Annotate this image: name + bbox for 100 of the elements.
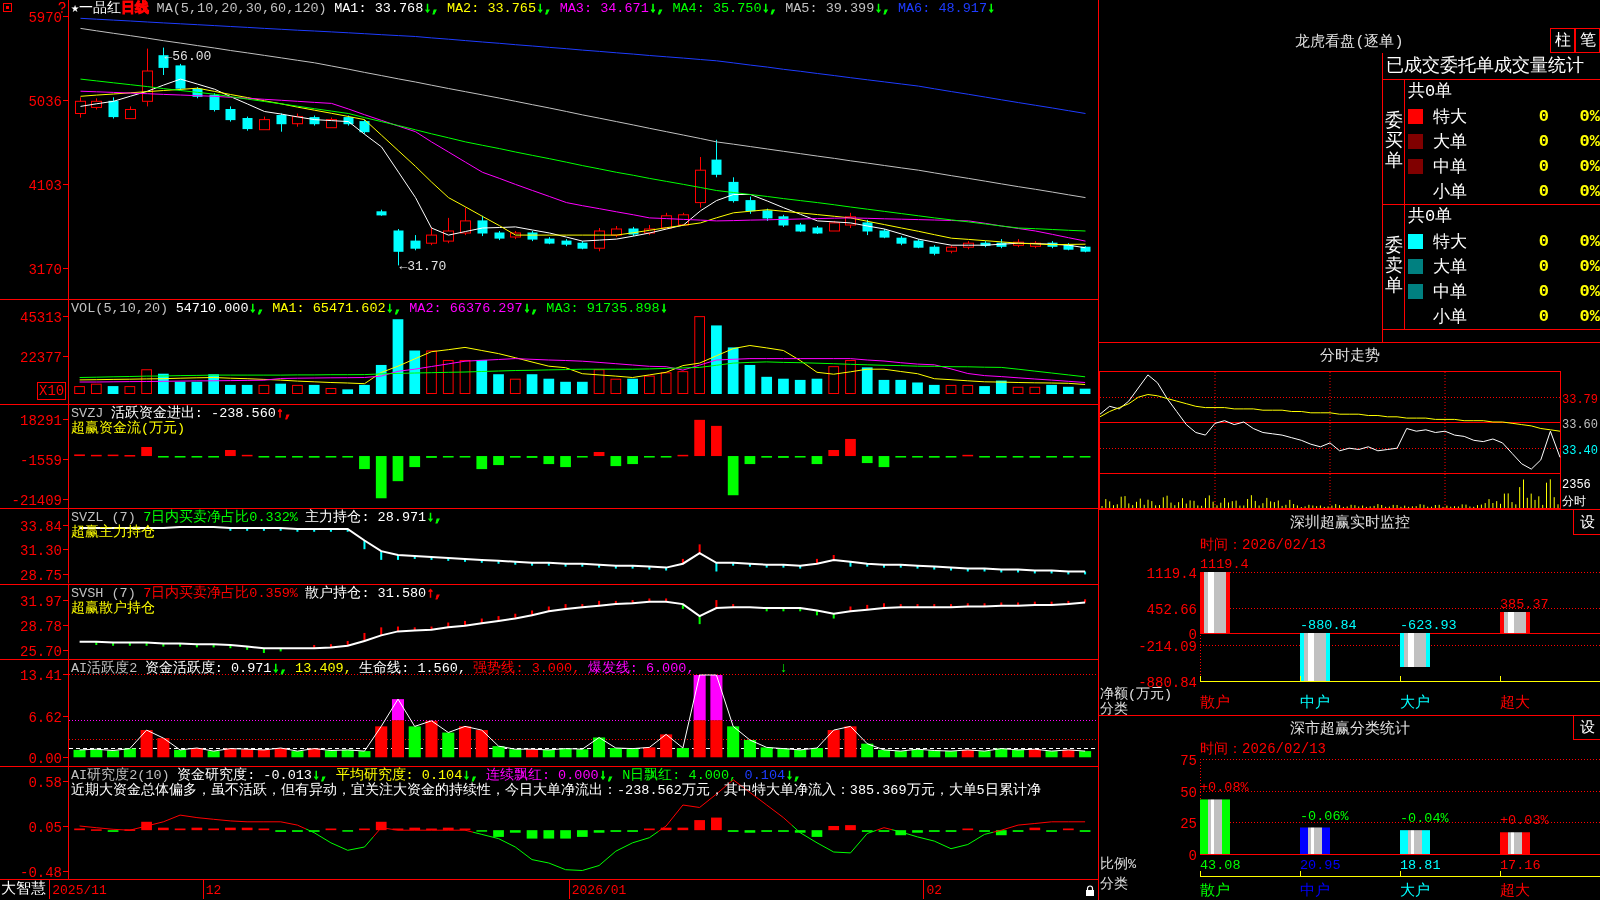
legend-text: ↓, bbox=[426, 510, 443, 525]
category-label: 散户 bbox=[1200, 883, 1230, 900]
category-label: 中户 bbox=[1300, 695, 1330, 712]
brand-label: 大智慧 bbox=[1, 880, 46, 900]
order-type-label: 特大 bbox=[1433, 232, 1468, 253]
panel-title: 深圳超赢实时监控 bbox=[1289, 513, 1410, 532]
axis-label: -1559 bbox=[20, 452, 62, 469]
legend-text: ↓, bbox=[785, 768, 802, 783]
category-label: 大户 bbox=[1400, 883, 1430, 900]
legend-text: 超赢主力持仓 bbox=[71, 525, 155, 540]
legend-text: 7日内买卖净占比0.332% bbox=[143, 510, 298, 525]
legend-text: 54710.000 bbox=[175, 301, 249, 316]
order-share: 0% bbox=[1578, 182, 1600, 201]
axis-label: 31.97 bbox=[20, 593, 62, 609]
axis-label: 13.41 bbox=[20, 667, 62, 684]
axis-label: 28.78 bbox=[20, 618, 62, 634]
legend-text: 生命线: 1.560, bbox=[359, 661, 467, 676]
date-label: 2026/01 bbox=[571, 883, 627, 898]
legend-text: MA4: 35.750 bbox=[672, 1, 762, 16]
axis-label: 0.05 bbox=[28, 819, 62, 836]
table-title: 已成交委托单成交量统计 bbox=[1383, 53, 1600, 80]
legend-text: MA5: 39.399 bbox=[785, 1, 875, 16]
axis-label: 452.66 bbox=[1146, 601, 1197, 618]
value-label: 1119.4 bbox=[1200, 557, 1249, 572]
axis-label: 5970 bbox=[28, 9, 62, 26]
volume-peak-label: 2356 bbox=[1562, 478, 1591, 492]
order-total: 共0单 bbox=[1407, 206, 1454, 228]
axis-label: -214.09 bbox=[1138, 638, 1197, 655]
order-type-label: 特大 bbox=[1433, 107, 1468, 128]
axis-label: 28.75 bbox=[20, 567, 62, 584]
legend-text: 连续飘红: 0.000 bbox=[485, 768, 599, 783]
legend-text: AI活跃度2 bbox=[71, 661, 138, 676]
axis-label: 33.40 bbox=[1562, 443, 1598, 458]
legend-text: ↓, bbox=[248, 301, 265, 316]
order-share: 0% bbox=[1578, 132, 1600, 151]
legend-text: SVZL (7) bbox=[71, 510, 136, 525]
legend-text: 爆发线: 6.000, bbox=[587, 661, 695, 676]
axis-title: 分类 bbox=[1100, 877, 1128, 892]
legend-text: ↓, bbox=[536, 1, 553, 16]
axis-label: 25.70 bbox=[20, 643, 62, 659]
axis-label: 0.58 bbox=[28, 774, 62, 791]
order-type-label: 大单 bbox=[1433, 132, 1468, 153]
axis-label: 45313 bbox=[20, 309, 62, 326]
order-count: 0 bbox=[1537, 182, 1549, 201]
value-label: -880.84 bbox=[1300, 618, 1357, 633]
category-label: 大户 bbox=[1400, 695, 1430, 712]
legend-text: 散户持仓: 31.580 bbox=[305, 585, 427, 601]
legend-text: N日飘红: 4.000, bbox=[622, 768, 738, 783]
legend-text: 资金研究度: -0.013 bbox=[177, 768, 312, 783]
value-label: 17.16 bbox=[1500, 858, 1541, 873]
legend-text: ↓, bbox=[385, 301, 402, 316]
order-share: 0% bbox=[1578, 307, 1600, 326]
legend-text: ↓ bbox=[987, 1, 996, 16]
value-label: 43.08 bbox=[1200, 858, 1241, 873]
axis-label: -0.48 bbox=[20, 864, 62, 881]
category-label: 散户 bbox=[1200, 695, 1230, 712]
axis-label: 75 bbox=[1180, 752, 1197, 769]
order-total: 共0单 bbox=[1407, 81, 1454, 103]
axis-label: 0.00 bbox=[28, 750, 62, 766]
legend-text: ↓, bbox=[311, 768, 329, 783]
legend-text: AI研究度2(10) bbox=[71, 768, 170, 783]
legend-text: 13.409, bbox=[295, 661, 352, 676]
order-count: 0 bbox=[1537, 157, 1549, 176]
axis-label: 31.30 bbox=[20, 542, 62, 559]
legend-text: ★一品红 bbox=[71, 1, 122, 16]
date-label: 2025/11 bbox=[52, 883, 107, 898]
axis-title: 比例% bbox=[1100, 857, 1137, 872]
legend-text: MA1: 65471.602 bbox=[272, 301, 386, 316]
axis-label: 4103 bbox=[28, 177, 62, 194]
legend-text: MA3: 34.671 bbox=[559, 1, 649, 16]
axis-label: 18291 bbox=[20, 412, 62, 429]
legend-text: ↑, bbox=[426, 585, 443, 601]
axis-title: 分类 bbox=[1100, 702, 1128, 715]
legend-text: 0.104 bbox=[744, 768, 786, 783]
legend-text: ↑, bbox=[275, 406, 293, 421]
order-type-label: 小单 bbox=[1433, 307, 1468, 328]
change-label: -0.04% bbox=[1400, 811, 1449, 828]
category-label: 超大 bbox=[1500, 695, 1530, 712]
legend-text: ↓, bbox=[598, 768, 615, 783]
legend-text: ↓, bbox=[271, 661, 288, 676]
order-count: 0 bbox=[1537, 307, 1549, 326]
low-price-label: ←31.70 bbox=[399, 259, 447, 275]
axis-label: 25 bbox=[1180, 815, 1197, 832]
side-label: 委买单 bbox=[1384, 112, 1403, 172]
timestamp-label: 时间：2026/02/13 bbox=[1200, 537, 1326, 553]
legend-text: SVZJ bbox=[71, 406, 104, 421]
legend-text: ↓ bbox=[659, 301, 668, 316]
legend-text: ↓, bbox=[522, 301, 539, 316]
legend-text: SVSH (7) bbox=[71, 585, 136, 601]
change-label: +0.03% bbox=[1500, 813, 1549, 830]
legend-text: 超赢散户持仓 bbox=[71, 600, 155, 616]
order-share: 0% bbox=[1578, 232, 1600, 251]
order-count: 0 bbox=[1537, 257, 1549, 276]
order-share: 0% bbox=[1578, 257, 1600, 276]
change-label: -0.06% bbox=[1300, 808, 1349, 825]
value-label: 385.37 bbox=[1500, 597, 1549, 612]
multiplier-label: X10 bbox=[37, 382, 67, 400]
legend-text: MA3: 91735.898 bbox=[546, 301, 660, 316]
value-label: 20.95 bbox=[1300, 858, 1341, 873]
order-share: 0% bbox=[1578, 282, 1600, 301]
